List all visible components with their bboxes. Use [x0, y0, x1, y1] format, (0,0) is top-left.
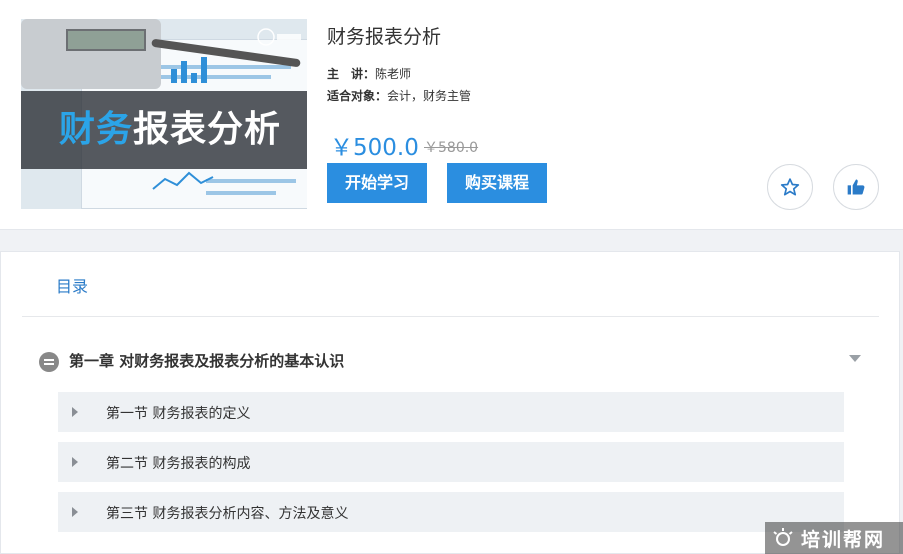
audience-value: 会计，财务主管 — [387, 89, 472, 103]
section-label: 第二节 财务报表的构成 — [106, 456, 251, 472]
course-header-card: 财务报表分析 财务报表分析 主 讲：陈老师 适合对象：会计，财务主管 ￥500.… — [0, 0, 903, 230]
cover-title-highlight: 财务 — [59, 109, 134, 150]
tab-catalog[interactable]: 目录 — [56, 273, 88, 297]
section-item[interactable]: 第二节 财务报表的构成 — [58, 442, 844, 482]
caret-right-icon — [72, 407, 78, 417]
chapter-title: 第一章 对财务报表及报表分析的基本认识 — [69, 352, 345, 370]
divider — [22, 316, 879, 317]
course-title: 财务报表分析 — [327, 26, 442, 48]
like-button[interactable] — [833, 164, 879, 210]
chapter-header[interactable]: 第一章 对财务报表及报表分析的基本认识 — [39, 349, 869, 375]
audience-row: 适合对象：会计，财务主管 — [327, 87, 471, 104]
instructor-name: 陈老师 — [375, 67, 412, 81]
cover-title: 财务报表分析 — [59, 91, 281, 169]
watermark-logo-icon — [773, 528, 793, 546]
caret-right-icon — [72, 507, 78, 517]
audience-label: 适合对象： — [327, 89, 388, 103]
caret-down-icon[interactable] — [849, 355, 861, 362]
section-label: 第三节 财务报表分析内容、方法及意义 — [106, 506, 349, 522]
collapse-icon — [39, 352, 59, 372]
section-label: 第一节 财务报表的定义 — [106, 406, 251, 422]
current-price: ￥500.0 — [330, 135, 419, 161]
course-cover-image[interactable]: 财务报表分析 — [21, 19, 307, 209]
watermark-text: 培训帮网 — [801, 528, 886, 551]
start-learning-button[interactable]: 开始学习 — [327, 163, 427, 203]
catalog-card: 目录 第一章 对财务报表及报表分析的基本认识 第一节 财务报表的定义 第二节 财… — [0, 251, 900, 554]
instructor-row: 主 讲：陈老师 — [327, 65, 411, 82]
caret-right-icon — [72, 457, 78, 467]
favorite-button[interactable] — [767, 164, 813, 210]
cover-title-rest: 报表分析 — [133, 109, 282, 150]
site-watermark: 培训帮网 — [765, 522, 903, 554]
instructor-label: 主 讲： — [327, 67, 376, 81]
original-price: ￥580.0 — [424, 140, 479, 156]
buy-course-button[interactable]: 购买课程 — [447, 163, 547, 203]
star-icon — [780, 178, 800, 196]
section-item[interactable]: 第一节 财务报表的定义 — [58, 392, 844, 432]
cover-decoration — [161, 75, 271, 79]
calculator-graphic — [21, 19, 161, 89]
thumbs-up-icon — [847, 179, 865, 195]
section-item[interactable]: 第三节 财务报表分析内容、方法及意义 — [58, 492, 844, 532]
cover-line-chart — [152, 171, 214, 190]
cover-logo — [257, 27, 303, 47]
